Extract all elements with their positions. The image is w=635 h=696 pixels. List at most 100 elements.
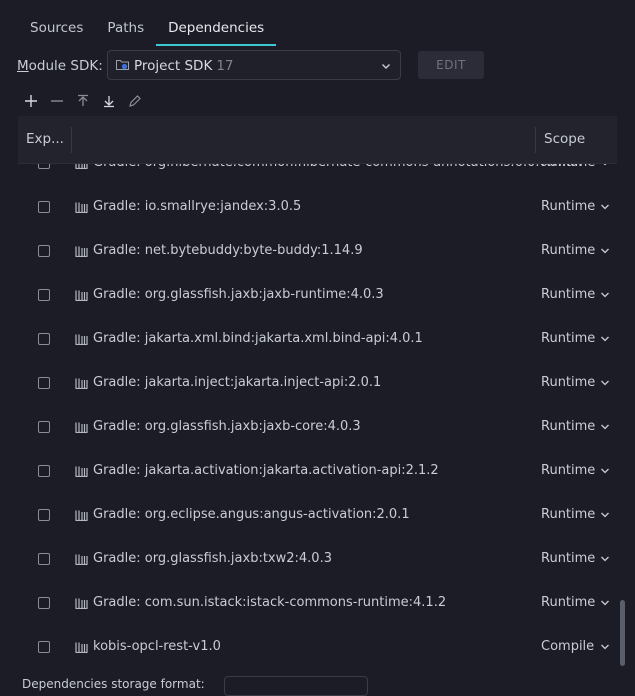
library-icon	[75, 554, 88, 565]
table-row[interactable]: kobis-opcl-rest-v1.0 Compile	[18, 626, 617, 670]
export-checkbox[interactable]	[38, 289, 50, 301]
tab-dependencies[interactable]: Dependencies	[156, 14, 277, 46]
scope-value[interactable]: Runtime	[541, 463, 595, 478]
library-icon	[75, 510, 88, 521]
dependency-name: Gradle: jakarta.inject:jakarta.inject-ap…	[93, 375, 382, 390]
library-icon	[75, 598, 88, 609]
library-icon	[75, 466, 88, 477]
table-row[interactable]: Gradle: org.glassfish.jaxb:txw2:4.0.3 Ru…	[18, 538, 617, 582]
scope-value[interactable]: Runtime	[541, 243, 595, 258]
chevron-down-icon[interactable]	[600, 203, 610, 211]
export-checkbox[interactable]	[38, 245, 50, 257]
table-row[interactable]: Gradle: jakarta.inject:jakarta.inject-ap…	[18, 362, 617, 406]
table-row[interactable]: Gradle: org.eclipse.angus:angus-activati…	[18, 494, 617, 538]
table-row[interactable]: Gradle: org.glassfish.jaxb:jaxb-runtime:…	[18, 274, 617, 318]
export-checkbox[interactable]	[38, 421, 50, 433]
module-sdk-label: Module SDK:	[17, 58, 103, 74]
dependencies-table: Gradle: org.hibernate.common:hibernate-c…	[18, 116, 617, 685]
table-row[interactable]: Gradle: io.smallrye:jandex:3.0.5 Runtime	[18, 186, 617, 230]
export-checkbox[interactable]	[38, 333, 50, 345]
dependency-name: Gradle: jakarta.xml.bind:jakarta.xml.bin…	[93, 331, 423, 346]
pencil-icon	[129, 95, 141, 107]
column-header-export[interactable]: Exp...	[26, 131, 64, 147]
chevron-down-icon[interactable]	[600, 511, 610, 519]
export-checkbox[interactable]	[38, 641, 50, 653]
storage-format-label: Dependencies storage format:	[22, 677, 205, 691]
dependency-name: Gradle: com.sun.istack:istack-commons-ru…	[93, 595, 447, 610]
dependency-name: kobis-opcl-rest-v1.0	[93, 639, 221, 654]
scope-value[interactable]: Runtime	[541, 419, 595, 434]
remove-button[interactable]	[48, 92, 66, 110]
table-row[interactable]: Gradle: org.glassfish.jaxb:jaxb-core:4.0…	[18, 406, 617, 450]
table-row[interactable]: Gradle: jakarta.xml.bind:jakarta.xml.bin…	[18, 318, 617, 362]
module-sdk-dropdown[interactable]: Project SDK 17	[107, 50, 401, 80]
export-checkbox[interactable]	[38, 553, 50, 565]
export-checkbox[interactable]	[38, 201, 50, 213]
library-icon	[75, 290, 88, 301]
arrow-up-icon	[78, 94, 88, 106]
tab-bar: Sources Paths Dependencies	[18, 14, 277, 46]
chevron-down-icon[interactable]	[600, 599, 610, 607]
export-checkbox[interactable]	[38, 465, 50, 477]
table-row[interactable]: Gradle: net.bytebuddy:byte-buddy:1.14.9 …	[18, 230, 617, 274]
chevron-down-icon[interactable]	[600, 247, 610, 255]
dependency-name: Gradle: jakarta.activation:jakarta.activ…	[93, 463, 439, 478]
storage-format-row: Dependencies storage format:	[22, 676, 622, 696]
tab-paths[interactable]: Paths	[95, 14, 156, 44]
column-header-scope[interactable]: Scope	[544, 131, 585, 147]
edit-dependency-button[interactable]	[126, 92, 144, 110]
scope-value[interactable]: Runtime	[541, 375, 595, 390]
add-button[interactable]	[22, 92, 40, 110]
export-checkbox[interactable]	[38, 597, 50, 609]
column-divider[interactable]	[71, 127, 72, 153]
dependencies-toolbar	[22, 92, 144, 112]
storage-format-dropdown[interactable]	[224, 676, 368, 696]
table-row[interactable]: Gradle: jakarta.activation:jakarta.activ…	[18, 450, 617, 494]
library-icon	[75, 334, 88, 345]
move-down-button[interactable]	[100, 92, 118, 110]
move-up-button[interactable]	[74, 92, 92, 110]
export-checkbox[interactable]	[38, 377, 50, 389]
library-icon	[75, 378, 88, 389]
folder-sdk-icon	[116, 60, 129, 70]
chevron-down-icon[interactable]	[600, 379, 610, 387]
scope-value[interactable]: Runtime	[541, 551, 595, 566]
chevron-down-icon[interactable]	[600, 467, 610, 475]
library-icon	[75, 422, 88, 433]
chevron-down-icon	[382, 64, 390, 69]
dependency-name: Gradle: org.glassfish.jaxb:txw2:4.0.3	[93, 551, 332, 566]
chevron-down-icon[interactable]	[600, 423, 610, 431]
dependency-name: Gradle: io.smallrye:jandex:3.0.5	[93, 199, 302, 214]
dependency-name: Gradle: org.glassfish.jaxb:jaxb-runtime:…	[93, 287, 384, 302]
table-header: Exp... Scope	[18, 116, 617, 164]
library-icon	[75, 246, 88, 257]
library-icon	[75, 642, 88, 653]
scope-value[interactable]: Runtime	[541, 595, 595, 610]
scope-value[interactable]: Compile	[541, 639, 594, 654]
export-checkbox[interactable]	[38, 509, 50, 521]
table-row[interactable]: Gradle: com.sun.istack:istack-commons-ru…	[18, 582, 617, 626]
dependencies-rows: Gradle: org.hibernate.common:hibernate-c…	[18, 142, 617, 670]
dependency-name: Gradle: org.glassfish.jaxb:jaxb-core:4.0…	[93, 419, 361, 434]
sdk-version: 17	[216, 58, 234, 74]
chevron-down-icon[interactable]	[600, 291, 610, 299]
edit-sdk-button[interactable]: EDIT	[418, 51, 484, 79]
scope-value[interactable]: Runtime	[541, 507, 595, 522]
column-divider[interactable]	[535, 127, 536, 153]
module-sdk-row: Module SDK: Project SDK 17 EDIT	[17, 50, 617, 82]
arrow-down-icon	[104, 96, 114, 108]
scope-value[interactable]: Runtime	[541, 287, 595, 302]
minus-icon	[51, 100, 63, 102]
library-icon	[75, 202, 88, 213]
chevron-down-icon[interactable]	[600, 555, 610, 563]
chevron-down-icon[interactable]	[600, 643, 610, 651]
dependency-name: Gradle: org.eclipse.angus:angus-activati…	[93, 507, 410, 522]
sdk-value: Project SDK	[134, 58, 213, 74]
chevron-down-icon[interactable]	[600, 335, 610, 343]
plus-icon	[25, 95, 37, 107]
dependency-name: Gradle: net.bytebuddy:byte-buddy:1.14.9	[93, 243, 363, 258]
scope-value[interactable]: Runtime	[541, 331, 595, 346]
scope-value[interactable]: Runtime	[541, 199, 595, 214]
vertical-scrollbar[interactable]	[620, 600, 625, 666]
tab-sources[interactable]: Sources	[18, 14, 95, 44]
